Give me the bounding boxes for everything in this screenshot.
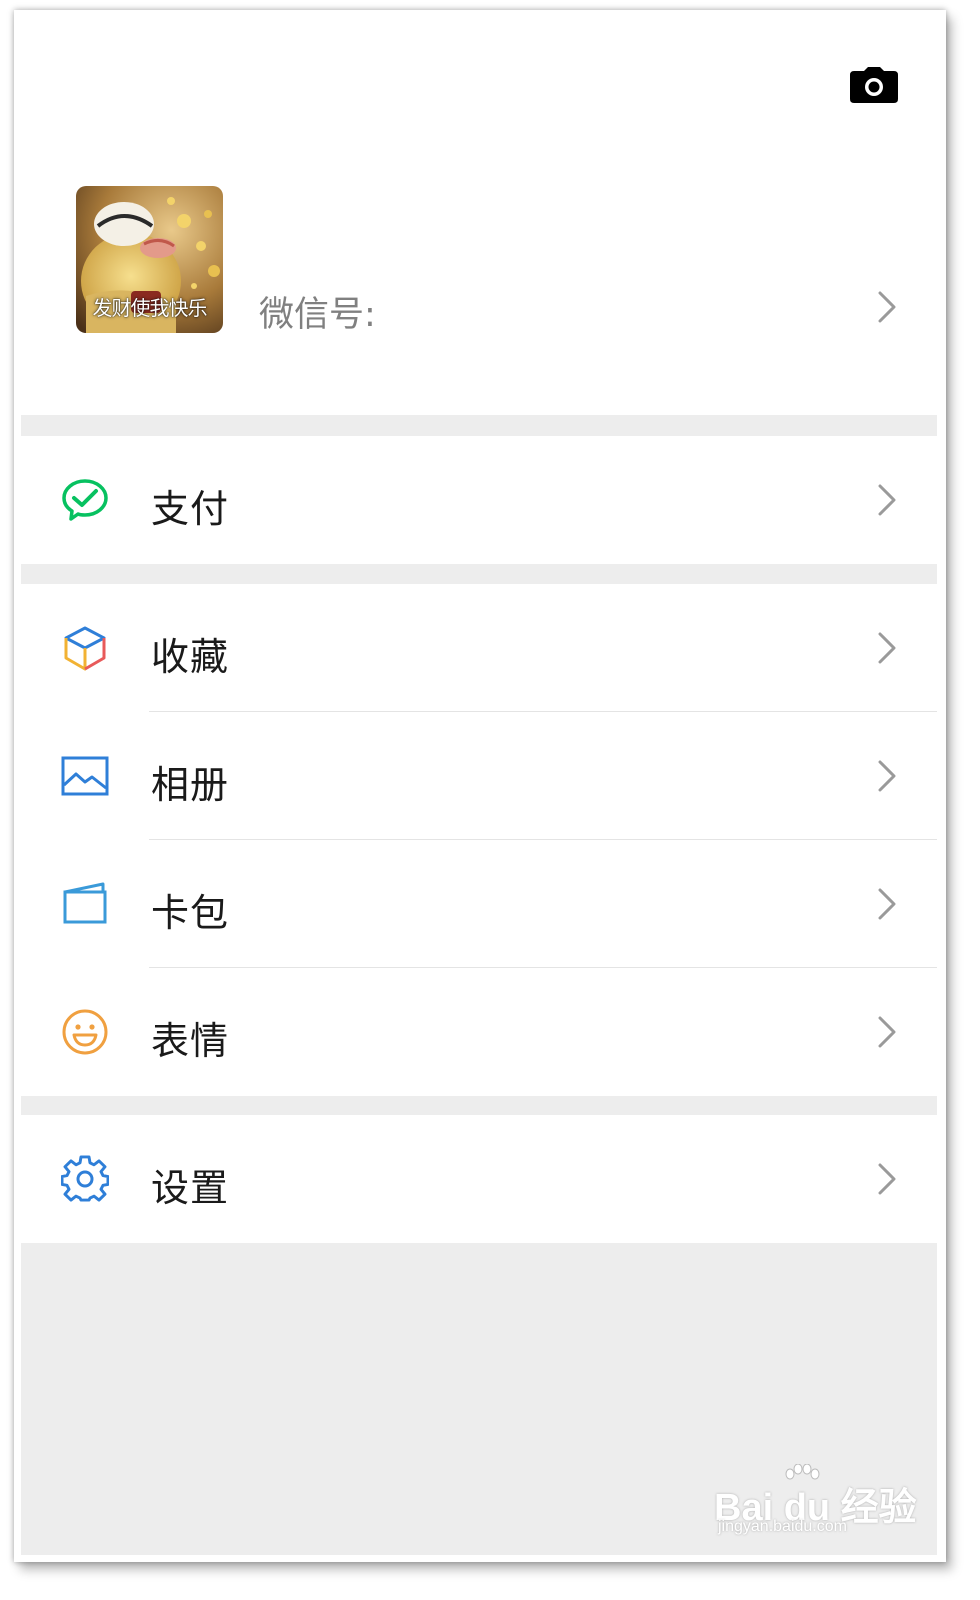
avatar-caption: 发财使我快乐 [92, 296, 208, 320]
wechat-pay-icon [62, 479, 108, 521]
smiley-icon [62, 1009, 108, 1055]
settings-group: 设置 [21, 1115, 937, 1243]
menu-item-label: 相册 [151, 763, 230, 807]
image-icon [61, 756, 109, 796]
me-page: 发财使我快乐 微信号: 支付 收藏 相册 卡包 表情 设置 [21, 10, 937, 1555]
menu-item-label: 设置 [151, 1166, 230, 1210]
pay-group: 支付 [21, 436, 937, 564]
camera-icon[interactable] [850, 67, 898, 103]
menu-item-pay[interactable]: 支付 [21, 436, 937, 564]
tools-group: 收藏 相册 卡包 表情 [21, 584, 937, 1096]
wallet-icon [63, 882, 107, 924]
menu-item-label: 卡包 [151, 891, 230, 935]
screenshot-frame: 发财使我快乐 微信号: 支付 收藏 相册 卡包 表情 设置 [14, 10, 946, 1562]
menu-item-settings[interactable]: 设置 [21, 1115, 937, 1243]
cube-icon [64, 626, 106, 671]
chevron-right-icon [878, 291, 896, 323]
menu-item-album[interactable]: 相册 [21, 712, 937, 840]
watermark-url: jingyan.baidu.com [718, 1518, 847, 1535]
menu-item-label: 表情 [151, 1019, 230, 1063]
menu-item-label: 收藏 [151, 635, 230, 679]
chevron-right-icon [878, 632, 896, 664]
menu-item-cards[interactable]: 卡包 [21, 840, 937, 968]
watermark: Bai du 经验 jingyan.baidu.com [708, 1464, 917, 1535]
profile-header[interactable]: 发财使我快乐 微信号: [21, 10, 937, 415]
avatar[interactable]: 发财使我快乐 [76, 186, 223, 333]
wechat-id-label: 微信号: [259, 295, 376, 335]
gear-icon [61, 1155, 109, 1202]
chevron-right-icon [878, 1016, 896, 1048]
chevron-right-icon [878, 484, 896, 516]
menu-item-label: 支付 [151, 487, 230, 531]
chevron-right-icon [878, 888, 896, 920]
menu-item-favorites[interactable]: 收藏 [21, 584, 937, 712]
menu-item-stickers[interactable]: 表情 [21, 968, 937, 1096]
chevron-right-icon [878, 1163, 896, 1195]
chevron-right-icon [878, 760, 896, 792]
